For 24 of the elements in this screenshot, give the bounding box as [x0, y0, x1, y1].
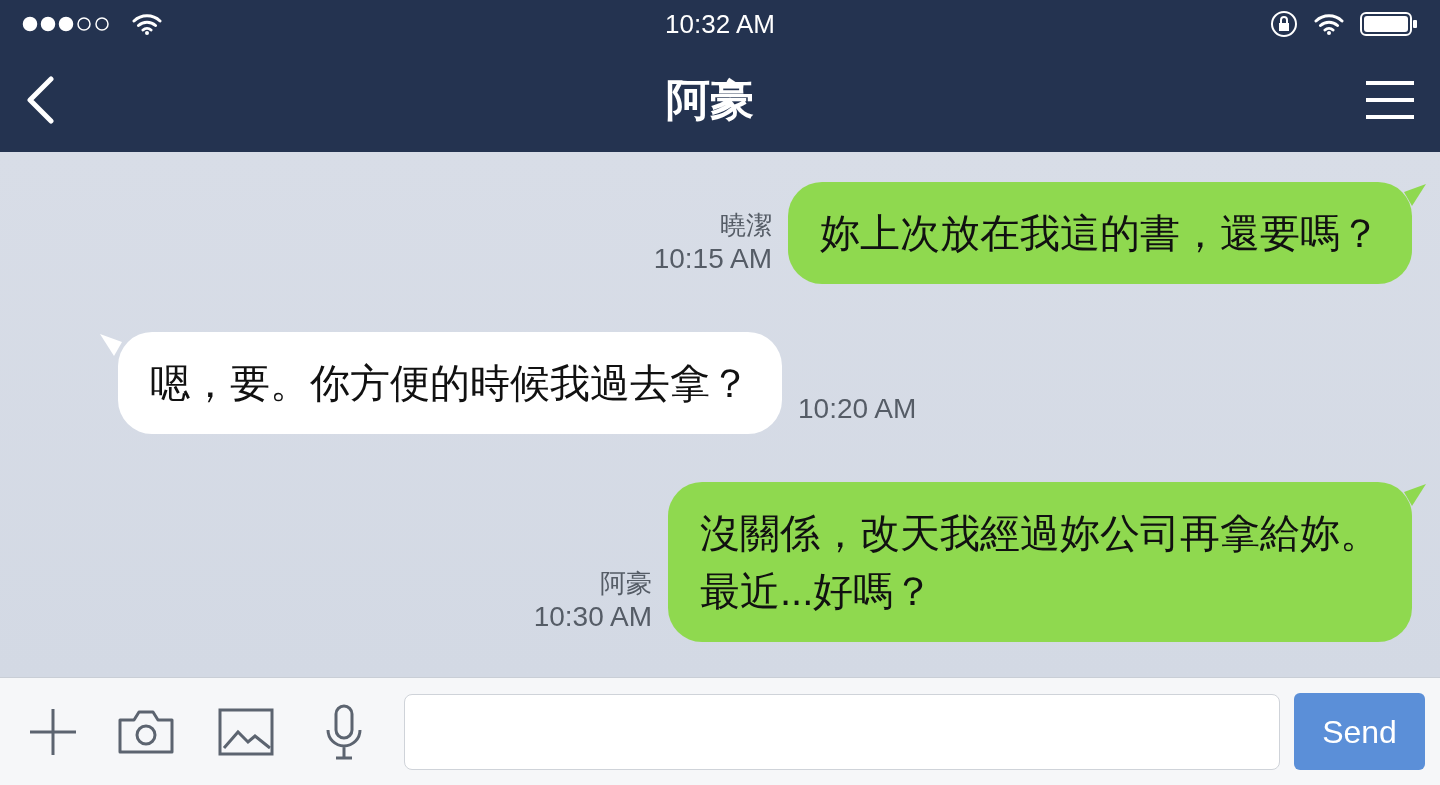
battery-icon	[1360, 12, 1418, 36]
message-time: 10:30 AM	[533, 600, 652, 634]
plus-icon[interactable]	[28, 706, 78, 757]
bubble-tail	[100, 334, 122, 356]
send-button[interactable]: Send	[1294, 693, 1425, 770]
back-icon[interactable]	[25, 76, 55, 124]
image-icon[interactable]	[218, 707, 274, 756]
rotation-lock-icon	[1270, 10, 1298, 38]
sent-message-bubble: 沒關係，改天我經過妳公司再拿給妳。 最近...好嗎？	[668, 482, 1412, 642]
bubble-tail	[1404, 184, 1426, 206]
chat-title: 阿豪	[666, 74, 754, 126]
wifi-icon	[1314, 13, 1344, 35]
message-time: 10:20 AM	[798, 392, 917, 426]
bubble-tail	[1404, 484, 1426, 506]
sent-message-bubble: 妳上次放在我這的書，還要嗎？	[788, 182, 1412, 284]
clock-time: 10:32 AM	[665, 7, 775, 41]
wifi-icon	[132, 13, 162, 35]
microphone-icon[interactable]	[324, 703, 364, 760]
menu-icon[interactable]	[1365, 80, 1415, 120]
received-message-bubble: 嗯，要。你方便的時候我過去拿？	[118, 332, 782, 434]
sender-name: 曉潔	[719, 209, 772, 242]
message-input[interactable]	[404, 693, 1280, 770]
message-time: 10:15 AM	[653, 242, 772, 276]
sender-name: 阿豪	[599, 567, 652, 600]
